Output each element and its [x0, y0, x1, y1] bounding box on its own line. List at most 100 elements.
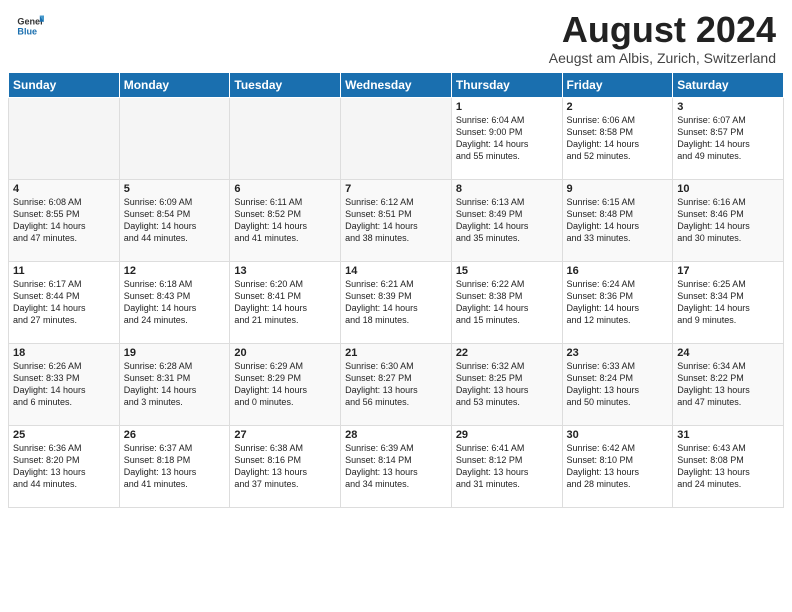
- calendar-day-cell: 24Sunrise: 6:34 AM Sunset: 8:22 PM Dayli…: [673, 344, 784, 426]
- day-number: 22: [456, 347, 558, 359]
- calendar-day-cell: 3Sunrise: 6:07 AM Sunset: 8:57 PM Daylig…: [673, 98, 784, 180]
- day-info: Sunrise: 6:28 AM Sunset: 8:31 PM Dayligh…: [124, 360, 226, 409]
- day-of-week-header: Thursday: [451, 73, 562, 98]
- day-of-week-header: Friday: [562, 73, 673, 98]
- day-of-week-header: Saturday: [673, 73, 784, 98]
- day-number: 9: [567, 183, 669, 195]
- calendar-week-row: 4Sunrise: 6:08 AM Sunset: 8:55 PM Daylig…: [9, 180, 784, 262]
- day-number: 3: [677, 101, 779, 113]
- day-info: Sunrise: 6:22 AM Sunset: 8:38 PM Dayligh…: [456, 278, 558, 327]
- calendar-day-cell: [9, 98, 120, 180]
- day-info: Sunrise: 6:16 AM Sunset: 8:46 PM Dayligh…: [677, 196, 779, 245]
- day-number: 27: [234, 429, 336, 441]
- day-number: 16: [567, 265, 669, 277]
- day-info: Sunrise: 6:04 AM Sunset: 9:00 PM Dayligh…: [456, 114, 558, 163]
- day-info: Sunrise: 6:41 AM Sunset: 8:12 PM Dayligh…: [456, 442, 558, 491]
- month-title: August 2024: [549, 12, 776, 48]
- day-info: Sunrise: 6:07 AM Sunset: 8:57 PM Dayligh…: [677, 114, 779, 163]
- calendar-day-cell: 27Sunrise: 6:38 AM Sunset: 8:16 PM Dayli…: [230, 426, 341, 508]
- calendar-day-cell: 31Sunrise: 6:43 AM Sunset: 8:08 PM Dayli…: [673, 426, 784, 508]
- day-info: Sunrise: 6:09 AM Sunset: 8:54 PM Dayligh…: [124, 196, 226, 245]
- day-number: 1: [456, 101, 558, 113]
- day-info: Sunrise: 6:32 AM Sunset: 8:25 PM Dayligh…: [456, 360, 558, 409]
- calendar-day-cell: 15Sunrise: 6:22 AM Sunset: 8:38 PM Dayli…: [451, 262, 562, 344]
- day-number: 20: [234, 347, 336, 359]
- day-number: 29: [456, 429, 558, 441]
- calendar-week-row: 11Sunrise: 6:17 AM Sunset: 8:44 PM Dayli…: [9, 262, 784, 344]
- day-number: 15: [456, 265, 558, 277]
- location-subtitle: Aeugst am Albis, Zurich, Switzerland: [549, 50, 776, 66]
- day-number: 6: [234, 183, 336, 195]
- calendar-day-cell: 17Sunrise: 6:25 AM Sunset: 8:34 PM Dayli…: [673, 262, 784, 344]
- calendar-day-cell: 16Sunrise: 6:24 AM Sunset: 8:36 PM Dayli…: [562, 262, 673, 344]
- calendar-day-cell: 8Sunrise: 6:13 AM Sunset: 8:49 PM Daylig…: [451, 180, 562, 262]
- calendar-day-cell: 12Sunrise: 6:18 AM Sunset: 8:43 PM Dayli…: [119, 262, 230, 344]
- calendar-day-cell: 2Sunrise: 6:06 AM Sunset: 8:58 PM Daylig…: [562, 98, 673, 180]
- day-number: 12: [124, 265, 226, 277]
- day-number: 11: [13, 265, 115, 277]
- calendar-day-cell: 25Sunrise: 6:36 AM Sunset: 8:20 PM Dayli…: [9, 426, 120, 508]
- calendar-day-cell: 10Sunrise: 6:16 AM Sunset: 8:46 PM Dayli…: [673, 180, 784, 262]
- calendar-day-cell: 5Sunrise: 6:09 AM Sunset: 8:54 PM Daylig…: [119, 180, 230, 262]
- day-of-week-header: Sunday: [9, 73, 120, 98]
- day-of-week-header: Wednesday: [341, 73, 452, 98]
- calendar-day-cell: 26Sunrise: 6:37 AM Sunset: 8:18 PM Dayli…: [119, 426, 230, 508]
- day-number: 5: [124, 183, 226, 195]
- calendar-day-cell: [119, 98, 230, 180]
- calendar-day-cell: 23Sunrise: 6:33 AM Sunset: 8:24 PM Dayli…: [562, 344, 673, 426]
- day-number: 28: [345, 429, 447, 441]
- day-info: Sunrise: 6:18 AM Sunset: 8:43 PM Dayligh…: [124, 278, 226, 327]
- day-number: 10: [677, 183, 779, 195]
- title-area: August 2024 Aeugst am Albis, Zurich, Swi…: [549, 12, 776, 66]
- day-info: Sunrise: 6:21 AM Sunset: 8:39 PM Dayligh…: [345, 278, 447, 327]
- svg-text:Blue: Blue: [17, 26, 37, 36]
- calendar-day-cell: 9Sunrise: 6:15 AM Sunset: 8:48 PM Daylig…: [562, 180, 673, 262]
- day-number: 25: [13, 429, 115, 441]
- day-number: 31: [677, 429, 779, 441]
- calendar-day-cell: 14Sunrise: 6:21 AM Sunset: 8:39 PM Dayli…: [341, 262, 452, 344]
- day-info: Sunrise: 6:34 AM Sunset: 8:22 PM Dayligh…: [677, 360, 779, 409]
- calendar-day-cell: 7Sunrise: 6:12 AM Sunset: 8:51 PM Daylig…: [341, 180, 452, 262]
- day-info: Sunrise: 6:29 AM Sunset: 8:29 PM Dayligh…: [234, 360, 336, 409]
- day-info: Sunrise: 6:06 AM Sunset: 8:58 PM Dayligh…: [567, 114, 669, 163]
- day-number: 24: [677, 347, 779, 359]
- calendar-day-cell: [341, 98, 452, 180]
- day-number: 19: [124, 347, 226, 359]
- day-info: Sunrise: 6:25 AM Sunset: 8:34 PM Dayligh…: [677, 278, 779, 327]
- day-number: 14: [345, 265, 447, 277]
- day-of-week-header: Tuesday: [230, 73, 341, 98]
- day-info: Sunrise: 6:42 AM Sunset: 8:10 PM Dayligh…: [567, 442, 669, 491]
- calendar-week-row: 25Sunrise: 6:36 AM Sunset: 8:20 PM Dayli…: [9, 426, 784, 508]
- calendar-day-cell: 4Sunrise: 6:08 AM Sunset: 8:55 PM Daylig…: [9, 180, 120, 262]
- calendar-day-cell: 19Sunrise: 6:28 AM Sunset: 8:31 PM Dayli…: [119, 344, 230, 426]
- calendar-day-cell: 1Sunrise: 6:04 AM Sunset: 9:00 PM Daylig…: [451, 98, 562, 180]
- calendar-day-cell: 18Sunrise: 6:26 AM Sunset: 8:33 PM Dayli…: [9, 344, 120, 426]
- day-info: Sunrise: 6:17 AM Sunset: 8:44 PM Dayligh…: [13, 278, 115, 327]
- day-number: 18: [13, 347, 115, 359]
- logo-icon: General Blue: [16, 12, 44, 40]
- day-number: 4: [13, 183, 115, 195]
- day-info: Sunrise: 6:37 AM Sunset: 8:18 PM Dayligh…: [124, 442, 226, 491]
- calendar-table: SundayMondayTuesdayWednesdayThursdayFrid…: [8, 72, 784, 508]
- day-info: Sunrise: 6:30 AM Sunset: 8:27 PM Dayligh…: [345, 360, 447, 409]
- day-of-week-header: Monday: [119, 73, 230, 98]
- logo: General Blue: [16, 12, 44, 40]
- day-number: 26: [124, 429, 226, 441]
- calendar-day-cell: 6Sunrise: 6:11 AM Sunset: 8:52 PM Daylig…: [230, 180, 341, 262]
- calendar-day-cell: [230, 98, 341, 180]
- calendar-day-cell: 30Sunrise: 6:42 AM Sunset: 8:10 PM Dayli…: [562, 426, 673, 508]
- day-info: Sunrise: 6:26 AM Sunset: 8:33 PM Dayligh…: [13, 360, 115, 409]
- calendar-day-cell: 20Sunrise: 6:29 AM Sunset: 8:29 PM Dayli…: [230, 344, 341, 426]
- calendar-week-row: 1Sunrise: 6:04 AM Sunset: 9:00 PM Daylig…: [9, 98, 784, 180]
- day-number: 30: [567, 429, 669, 441]
- day-number: 13: [234, 265, 336, 277]
- day-number: 21: [345, 347, 447, 359]
- day-info: Sunrise: 6:36 AM Sunset: 8:20 PM Dayligh…: [13, 442, 115, 491]
- calendar-day-cell: 13Sunrise: 6:20 AM Sunset: 8:41 PM Dayli…: [230, 262, 341, 344]
- calendar-day-cell: 21Sunrise: 6:30 AM Sunset: 8:27 PM Dayli…: [341, 344, 452, 426]
- day-info: Sunrise: 6:13 AM Sunset: 8:49 PM Dayligh…: [456, 196, 558, 245]
- calendar-day-cell: 29Sunrise: 6:41 AM Sunset: 8:12 PM Dayli…: [451, 426, 562, 508]
- day-info: Sunrise: 6:43 AM Sunset: 8:08 PM Dayligh…: [677, 442, 779, 491]
- day-info: Sunrise: 6:08 AM Sunset: 8:55 PM Dayligh…: [13, 196, 115, 245]
- day-number: 23: [567, 347, 669, 359]
